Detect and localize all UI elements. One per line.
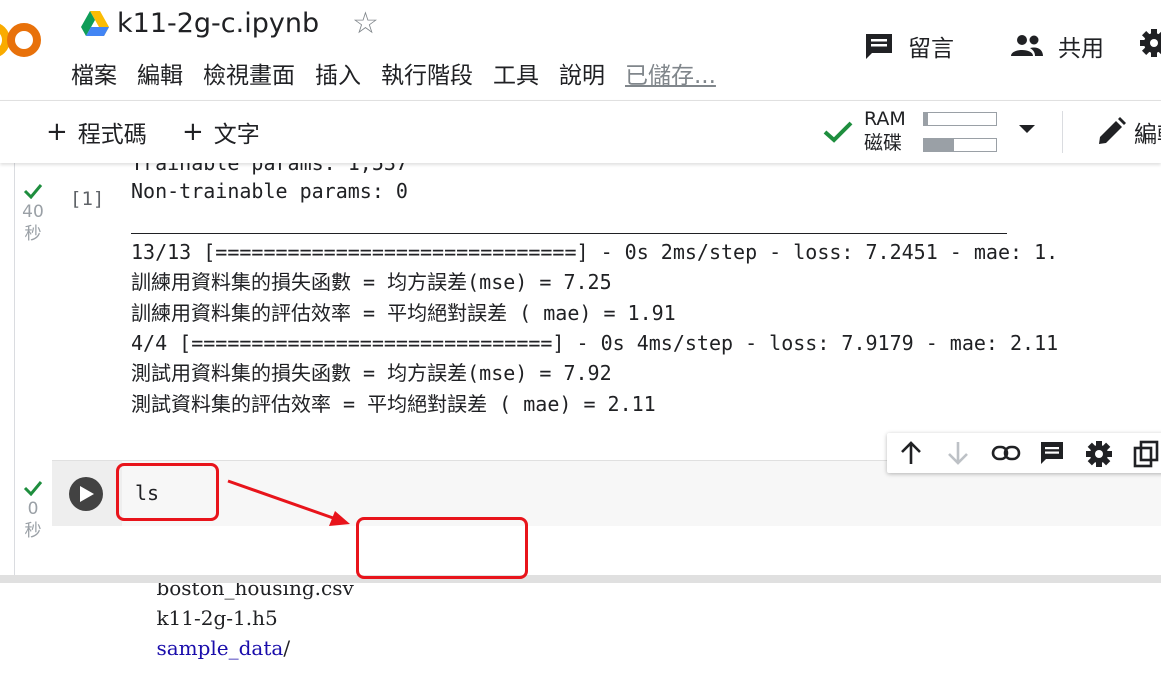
ram-usage-fill <box>924 113 928 125</box>
google-drive-icon[interactable] <box>81 11 109 36</box>
horizontal-scrollbar[interactable] <box>0 575 1161 583</box>
annotation-box-h5-file <box>356 517 528 579</box>
success-check-icon <box>23 184 43 199</box>
annotation-box-ls <box>116 463 219 521</box>
menu-bar: 檔案 編輯 檢視畫面 插入 執行階段 工具 說明 已儲存... <box>71 60 716 92</box>
connected-check-icon <box>823 121 853 143</box>
output-line: 測試資料集的評估效率 = 平均絕對誤差 ( mae) = 2.11 <box>131 392 656 416</box>
chevron-down-icon[interactable] <box>1018 123 1036 135</box>
output-line: 13/13 [==============================] -… <box>131 240 1059 264</box>
arrow-down-icon[interactable] <box>946 440 970 466</box>
cell-output: Trainable params: 1,537 Non-trainable pa… <box>131 151 1161 427</box>
cell-left-rail <box>14 163 15 583</box>
people-icon <box>1011 35 1043 56</box>
menu-help[interactable]: 說明 <box>559 60 605 92</box>
exec-time: 0 <box>27 499 39 519</box>
run-gutter <box>52 461 122 526</box>
directory-entry: sample_data/ <box>156 636 290 660</box>
share-button[interactable]: 共用 <box>1010 26 1104 66</box>
add-code-button[interactable]: + 程式碼 <box>46 114 147 150</box>
exec-time: 40 <box>22 202 44 222</box>
notebook-title[interactable]: k11-2g-c.ipynb <box>117 4 319 44</box>
settings-gear-icon[interactable] <box>1139 26 1161 60</box>
comment-icon <box>866 34 892 59</box>
play-icon <box>80 486 94 502</box>
star-icon[interactable]: ☆ <box>352 7 379 41</box>
edit-label: 編輯 <box>1134 122 1161 148</box>
mirror-cell-icon[interactable] <box>1133 440 1159 468</box>
output-line: 4/4 [==============================] - 0… <box>131 331 1059 355</box>
notebook-toolbar: + 程式碼 + 文字 RAM 磁碟 編輯 <box>0 100 1161 163</box>
comment-button[interactable]: 留言 <box>864 26 954 66</box>
comment-label: 留言 <box>908 36 954 62</box>
file-entry: k11-2g-1.h5 <box>156 606 278 630</box>
menu-runtime[interactable]: 執行階段 <box>381 60 473 92</box>
directory-name[interactable]: sample_data <box>156 636 283 660</box>
disk-usage-bar <box>923 138 997 152</box>
exec-unit: 秒 <box>24 521 42 541</box>
menu-view[interactable]: 檢視畫面 <box>203 60 295 92</box>
menu-insert[interactable]: 插入 <box>315 60 361 92</box>
menu-tools[interactable]: 工具 <box>493 60 539 92</box>
output-line: 測試用資料集的損失函數 = 均方誤差(mse) = 7.92 <box>131 361 612 385</box>
save-status[interactable]: 已儲存... <box>625 60 716 92</box>
execution-count: [1] <box>70 188 105 210</box>
arrow-up-icon[interactable] <box>899 440 923 466</box>
exec-unit: 秒 <box>24 224 42 244</box>
colab-logo-icon[interactable] <box>0 18 42 62</box>
resource-labels[interactable]: RAM 磁碟 <box>864 107 914 155</box>
directory-slash: / <box>283 636 291 660</box>
output-line: 訓練用資料集的評估效率 = 平均絕對誤差 ( mae) = 1.91 <box>131 301 676 325</box>
ls-output: boston_housing.csv k11-2g-1.h5 sample_da… <box>131 543 380 693</box>
cell-settings-gear-icon[interactable] <box>1085 440 1113 468</box>
pencil-icon <box>1099 117 1126 144</box>
comment-icon[interactable] <box>1039 440 1065 466</box>
disk-label: 磁碟 <box>864 132 903 154</box>
share-label: 共用 <box>1058 36 1104 62</box>
link-icon[interactable] <box>991 443 1021 463</box>
output-line: 訓練用資料集的損失函數 = 均方誤差(mse) = 7.25 <box>131 270 612 294</box>
menu-edit[interactable]: 編輯 <box>137 60 183 92</box>
ram-usage-bar <box>923 112 997 126</box>
add-text-label: 文字 <box>213 122 260 148</box>
disk-usage-fill <box>924 139 955 151</box>
toolbar-divider <box>1062 111 1063 153</box>
plus-icon: + <box>46 117 68 147</box>
ram-label: RAM <box>864 108 906 130</box>
cell-exec-status: 0 秒 <box>18 480 48 542</box>
notebook-body: 40 秒 [1] Trainable params: 1,537 Non-tra… <box>0 151 1161 660</box>
app-header: k11-2g-c.ipynb ☆ 檔案 編輯 檢視畫面 插入 執行階段 工具 說… <box>0 0 1161 100</box>
edit-mode-button[interactable]: 編輯 <box>1096 115 1161 149</box>
separator-line <box>131 233 1007 234</box>
success-check-icon <box>23 481 43 496</box>
output-line: Non-trainable params: 0 <box>131 179 408 203</box>
menu-file[interactable]: 檔案 <box>71 60 117 92</box>
cell-exec-status: 40 秒 <box>18 183 48 245</box>
plus-icon: + <box>182 117 204 147</box>
add-code-label: 程式碼 <box>77 122 147 148</box>
cell-action-toolbar <box>887 433 1161 473</box>
run-cell-button[interactable] <box>69 477 103 511</box>
add-text-button[interactable]: + 文字 <box>182 114 260 150</box>
